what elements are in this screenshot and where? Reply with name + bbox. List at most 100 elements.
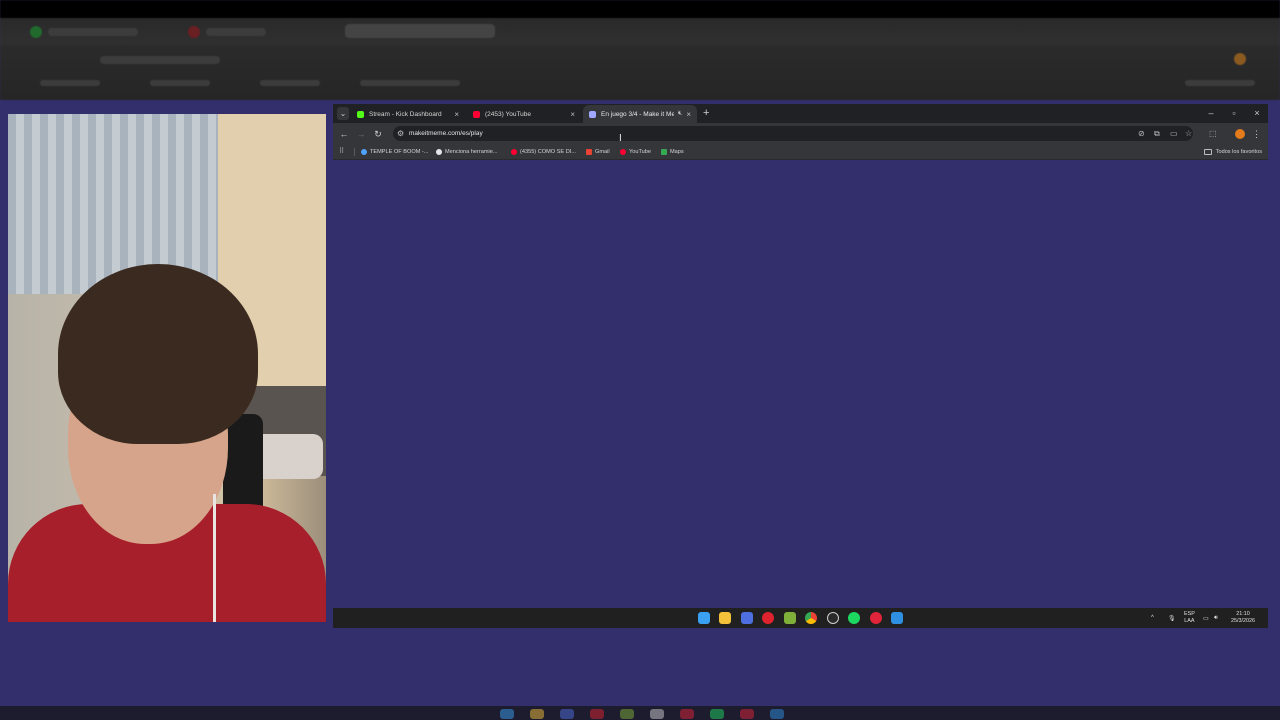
app-red-icon[interactable] xyxy=(870,612,882,624)
bookmarks-bar: ⠿ TEMPLE OF BOOM -... Menciona herramie.… xyxy=(333,145,1268,160)
spotify-icon[interactable] xyxy=(848,612,860,624)
language-code: ESP xyxy=(1184,611,1195,617)
outer-browser-blurred xyxy=(0,0,1280,100)
blurred-app xyxy=(710,709,724,719)
forward-button[interactable]: → xyxy=(354,127,368,141)
clock[interactable]: 21:10 25/3/2026 xyxy=(1231,608,1255,628)
tab-make-it-meme[interactable]: En juego 3/4 - Make it Meme 🔇︎ × xyxy=(583,105,697,123)
address-bar[interactable]: ⚙ xyxy=(393,126,1193,141)
chrome-icon[interactable] xyxy=(805,612,817,624)
bookmark-label: (4355) COMO SE DI... xyxy=(520,149,576,155)
blurred-tab xyxy=(345,24,495,38)
bookmarks-separator xyxy=(354,148,355,156)
extensions-icon[interactable]: ⬚ xyxy=(1209,127,1217,140)
bookmark-temple-of-boom[interactable]: TEMPLE OF BOOM -... xyxy=(361,145,428,159)
blurred-app xyxy=(560,709,574,719)
blurred-bookmark xyxy=(1185,80,1255,86)
maps-icon xyxy=(661,149,667,155)
all-bookmarks-button[interactable]: Todos los favoritos xyxy=(1203,145,1262,159)
cast-icon[interactable]: ▭ xyxy=(1170,127,1178,140)
site-settings-icon[interactable]: ⚙ xyxy=(397,127,404,140)
tab-youtube[interactable]: (2453) YouTube × xyxy=(467,105,581,123)
bookmark-youtube[interactable]: YouTube xyxy=(620,145,651,159)
blurred-tab xyxy=(206,28,266,36)
blurred-bookmark xyxy=(40,80,100,86)
tab-title: (2453) YouTube xyxy=(485,110,532,118)
eye-off-icon[interactable]: ⊘ xyxy=(1138,127,1145,140)
taskbar: ^ 🎙︎ ESP LAA ▭ 🔊︎ 21:10 25/3/2026 xyxy=(333,608,1268,628)
github-icon xyxy=(436,149,442,155)
close-icon[interactable]: × xyxy=(686,110,691,119)
youtube-icon xyxy=(473,110,480,118)
text-cursor-icon: I xyxy=(619,133,622,144)
folder-icon xyxy=(1203,149,1212,155)
microphone-icon[interactable]: 🎙︎ xyxy=(1168,608,1176,628)
page-content xyxy=(333,160,1268,608)
close-icon[interactable]: × xyxy=(454,110,459,119)
menu-icon[interactable]: ⋮ xyxy=(1252,127,1261,141)
tab-title: En juego 3/4 - Make it Meme xyxy=(601,110,674,118)
bookmark-label: TEMPLE OF BOOM -... xyxy=(370,149,429,155)
blurred-app xyxy=(680,709,694,719)
bookmark-maps[interactable]: Maps xyxy=(661,145,684,159)
url-input[interactable] xyxy=(409,126,1009,141)
tab-search-button[interactable]: ⌄ xyxy=(337,107,349,120)
opera-icon[interactable] xyxy=(762,612,774,624)
minimize-button[interactable]: – xyxy=(1205,107,1217,119)
start-menu-icon[interactable] xyxy=(698,612,710,624)
bookmark-gmail[interactable]: Gmail xyxy=(586,145,610,159)
outer-taskbar-blurred xyxy=(0,706,1280,720)
bookmark-label: Gmail xyxy=(595,149,610,155)
network-icon[interactable]: ▭ xyxy=(1203,608,1209,628)
show-hidden-icons-button[interactable]: ^ xyxy=(1151,608,1154,628)
blurred-bookmark xyxy=(260,80,320,86)
bookmark-star-icon[interactable]: ☆ xyxy=(1185,127,1192,140)
pillow xyxy=(253,434,323,479)
keyboard-layout: LAA xyxy=(1184,618,1195,624)
webcam-feed xyxy=(8,114,326,622)
blurred-favicon xyxy=(30,26,42,38)
apps-grid-icon[interactable]: ⠿ xyxy=(339,148,347,156)
blurred-url xyxy=(100,56,220,64)
blurred-app xyxy=(530,709,544,719)
app-blue-icon[interactable] xyxy=(741,612,753,624)
blurred-favicon xyxy=(188,26,200,38)
blurred-bookmark xyxy=(150,80,210,86)
blurred-bookmark xyxy=(360,80,460,86)
back-button[interactable]: ← xyxy=(337,127,351,141)
mute-icon[interactable]: 🔇︎ xyxy=(678,110,682,118)
clock-date: 25/3/2026 xyxy=(1231,618,1255,624)
volume-icon[interactable]: 🔊︎ xyxy=(1214,608,1218,628)
file-explorer-icon[interactable] xyxy=(719,612,731,624)
bookmark-menciona[interactable]: Menciona herramie... xyxy=(436,145,498,159)
earphone-cable xyxy=(213,494,216,622)
blurred-app xyxy=(650,709,664,719)
clock-time: 21:10 xyxy=(1236,611,1250,617)
new-tab-button[interactable]: + xyxy=(703,107,709,119)
restore-button[interactable]: ▫ xyxy=(1228,107,1240,119)
make-it-meme-icon xyxy=(589,110,596,118)
translate-icon[interactable]: ⧉ xyxy=(1154,127,1160,140)
hair xyxy=(58,264,258,444)
bookmark-como-se-di[interactable]: (4355) COMO SE DI... xyxy=(511,145,576,159)
kick-icon xyxy=(357,110,364,118)
blurred-profile xyxy=(1234,53,1246,65)
blurred-tab xyxy=(48,28,138,36)
reload-button[interactable]: ↻ xyxy=(371,127,385,141)
obs-icon[interactable] xyxy=(827,612,839,624)
blurred-app xyxy=(770,709,784,719)
bookmark-label: Maps xyxy=(670,149,684,155)
blurred-app xyxy=(590,709,604,719)
tab-kick-dashboard[interactable]: Stream - Kick Dashboard × xyxy=(351,105,465,123)
blurred-app xyxy=(620,709,634,719)
youtube-icon xyxy=(511,149,517,155)
globe-icon xyxy=(361,149,367,155)
all-bookmarks-label: Todos los favoritos xyxy=(1215,149,1262,155)
photos-icon[interactable] xyxy=(891,612,903,624)
tab-bar: ⌄ Stream - Kick Dashboard × (2453) YouTu… xyxy=(333,104,1268,123)
profile-avatar[interactable] xyxy=(1235,129,1245,139)
close-icon[interactable]: × xyxy=(570,110,575,119)
minecraft-icon[interactable] xyxy=(784,612,796,624)
close-window-button[interactable]: × xyxy=(1251,107,1263,119)
language-indicator[interactable]: ESP LAA xyxy=(1184,608,1195,628)
